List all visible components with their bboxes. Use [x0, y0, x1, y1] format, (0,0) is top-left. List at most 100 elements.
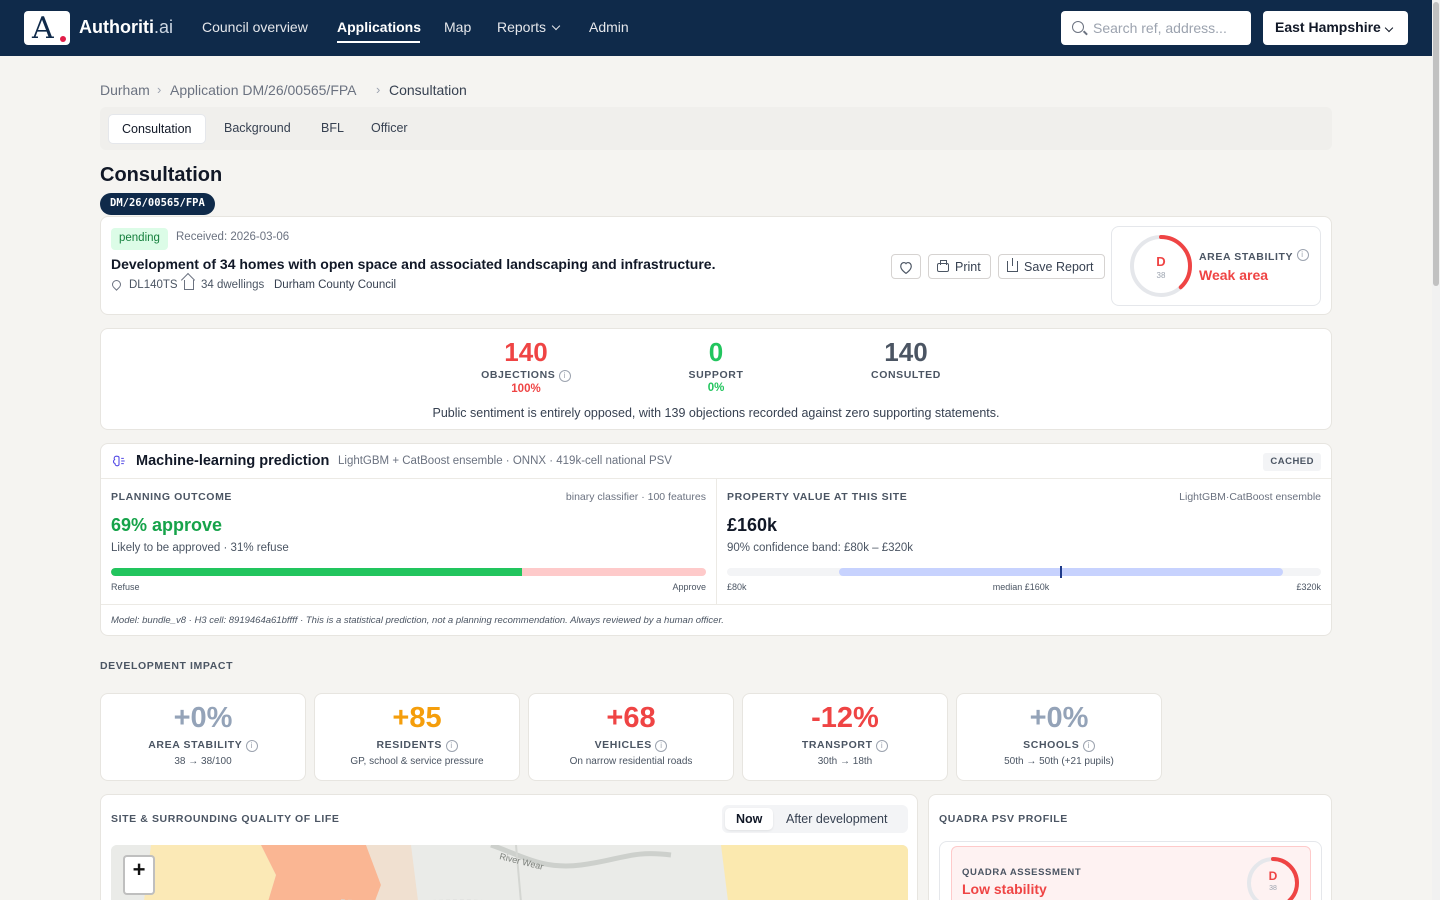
- printer-icon: [937, 260, 949, 272]
- council-select[interactable]: East Hampshire: [1263, 11, 1408, 45]
- planning-outcome-label: PLANNING OUTCOME: [111, 491, 233, 503]
- brand-name[interactable]: Authoriti.ai: [79, 17, 173, 38]
- ml-subtitle: LightGBM + CatBoost ensemble · ONNX · 41…: [338, 455, 672, 467]
- impact-value: +0%: [1029, 702, 1089, 734]
- postcode: DL140TS: [129, 279, 178, 291]
- toggle-now[interactable]: Now: [725, 808, 774, 830]
- impact-label: AREA STABILITY i: [101, 739, 305, 752]
- objections-percent: 100%: [511, 383, 541, 395]
- logo[interactable]: A: [24, 11, 70, 46]
- chevron-down-icon: [1384, 23, 1394, 33]
- heart-icon: [900, 261, 912, 274]
- page-scrollbar[interactable]: [1432, 0, 1440, 900]
- planning-headline: 69% approve: [111, 515, 223, 535]
- band-high-tick: £320k: [1296, 582, 1321, 592]
- map-layers: River Wear: [111, 845, 908, 900]
- confidence-band-track: [727, 566, 1321, 578]
- support-count: 0: [708, 337, 724, 367]
- tab-bfl[interactable]: BFL: [308, 114, 357, 144]
- ml-title: Machine-learning prediction: [136, 453, 330, 469]
- psv-profile-title: QUADRA PSV PROFILE: [939, 813, 1068, 825]
- support-label: SUPPORT: [688, 369, 744, 381]
- area-stability-label-text: AREA STABILITY: [1199, 251, 1293, 263]
- search-input[interactable]: [1093, 18, 1243, 38]
- area-stability-card: D 38 AREA STABILITY i Weak area: [1111, 226, 1321, 306]
- info-icon[interactable]: i: [245, 740, 258, 752]
- impact-vehicles: +68 VEHICLES i On narrow residential roa…: [528, 693, 734, 781]
- consulted-stat: 140 CONSULTED: [846, 337, 966, 381]
- planning-detail: Likely to be approved · 31% refuse: [111, 542, 289, 554]
- info-icon[interactable]: i: [445, 740, 458, 752]
- info-icon[interactable]: i: [876, 740, 889, 752]
- psv-score: 38: [1269, 885, 1277, 892]
- impact-label: RESIDENTS i: [315, 739, 519, 752]
- approval-probability-bar: [111, 568, 706, 576]
- application-description: Development of 34 homes with open space …: [111, 256, 716, 272]
- nav-reports[interactable]: Reports: [497, 19, 561, 35]
- impact-detail: 38 → 38/100: [174, 756, 232, 767]
- impact-value: +0%: [173, 702, 233, 734]
- support-stat: 0 SUPPORT 0%: [656, 337, 776, 394]
- impact-label: TRANSPORT i: [743, 739, 947, 752]
- received-date: Received: 2026-03-06: [176, 231, 290, 243]
- status-badge: pending: [111, 228, 168, 250]
- impact-label-text: SCHOOLS: [1023, 739, 1080, 751]
- info-icon[interactable]: i: [1296, 249, 1309, 261]
- impact-detail: 50th → 50th (+21 pupils): [1004, 756, 1114, 767]
- nav-map[interactable]: Map: [444, 19, 471, 35]
- nav-council-overview[interactable]: Council overview: [202, 19, 308, 35]
- map-pin-icon: [110, 278, 123, 291]
- save-report-button[interactable]: Save Report: [998, 254, 1105, 279]
- stability-gauge: D 38: [1130, 235, 1192, 297]
- objections-label: OBJECTIONS i: [466, 369, 586, 382]
- impact-detail: On narrow residential roads: [569, 756, 693, 767]
- psv-gauge: D 38: [1247, 857, 1299, 900]
- psv-assessment: QUADRA ASSESSMENT Low stability D 38: [951, 846, 1311, 900]
- impact-schools: +0% SCHOOLS i 50th → 50th (+21 pupils): [956, 693, 1162, 781]
- info-icon[interactable]: i: [655, 740, 668, 752]
- breadcrumb-current: Consultation: [389, 82, 467, 98]
- reference-badge: DM/26/00565/FPA: [100, 193, 215, 215]
- refuse-tick: Refuse: [111, 582, 140, 592]
- nav-admin[interactable]: Admin: [589, 19, 629, 35]
- brain-icon: [112, 455, 125, 467]
- stability-grade: D: [1156, 254, 1165, 269]
- impact-transport: -12% TRANSPORT i 30th → 18th: [742, 693, 948, 781]
- print-button[interactable]: Print: [928, 254, 991, 279]
- stability-score: 38: [1157, 271, 1166, 280]
- nav-reports-label: Reports: [497, 19, 547, 35]
- zoom-in-button[interactable]: +: [125, 859, 153, 881]
- band-median-tick: median £160k: [992, 582, 1050, 592]
- confidence-band-median: [1059, 566, 1062, 578]
- favourite-button[interactable]: [891, 254, 921, 279]
- tab-officer[interactable]: Officer: [358, 114, 421, 144]
- sentiment-card: 140 OBJECTIONS i 100% 0 SUPPORT 0% 140 C…: [100, 328, 1332, 430]
- house-icon: [184, 280, 194, 290]
- info-icon[interactable]: i: [558, 370, 571, 382]
- info-icon[interactable]: i: [1082, 740, 1095, 752]
- tab-consultation[interactable]: Consultation: [108, 114, 206, 144]
- property-detail: 90% confidence band: £80k – £320k: [727, 542, 914, 554]
- area-stability-verdict: Weak area: [1199, 267, 1269, 283]
- planning-model-note: binary classifier · 100 features: [565, 491, 706, 503]
- page-title: Consultation: [100, 164, 223, 186]
- ml-prediction-card: Machine-learning prediction LightGBM + C…: [100, 443, 1332, 636]
- toggle-after-development[interactable]: After development: [775, 808, 898, 830]
- impact-residents: +85 RESIDENTS i GP, school & service pre…: [314, 693, 520, 781]
- chevron-down-icon: [551, 21, 561, 31]
- breadcrumb-separator-icon: ›: [157, 82, 162, 97]
- logo-dot-icon: [60, 36, 66, 42]
- quality-of-life-map[interactable]: River Wear +: [111, 845, 908, 900]
- consulted-label: CONSULTED: [871, 369, 941, 381]
- dwellings-count: 34 dwellings: [201, 279, 265, 291]
- band-low-tick: £80k: [727, 582, 747, 592]
- tab-bar: Consultation Background BFL Officer: [100, 107, 1332, 150]
- breadcrumb-council[interactable]: Durham: [100, 82, 150, 98]
- scrollbar-thumb[interactable]: [1433, 2, 1439, 286]
- property-headline: £160k: [727, 515, 778, 535]
- breadcrumb-application[interactable]: Application DM/26/00565/FPA: [170, 82, 357, 98]
- tab-background[interactable]: Background: [211, 114, 304, 144]
- nav-applications[interactable]: Applications: [337, 19, 421, 35]
- search-box: [1061, 11, 1251, 45]
- cached-badge: CACHED: [1263, 453, 1321, 471]
